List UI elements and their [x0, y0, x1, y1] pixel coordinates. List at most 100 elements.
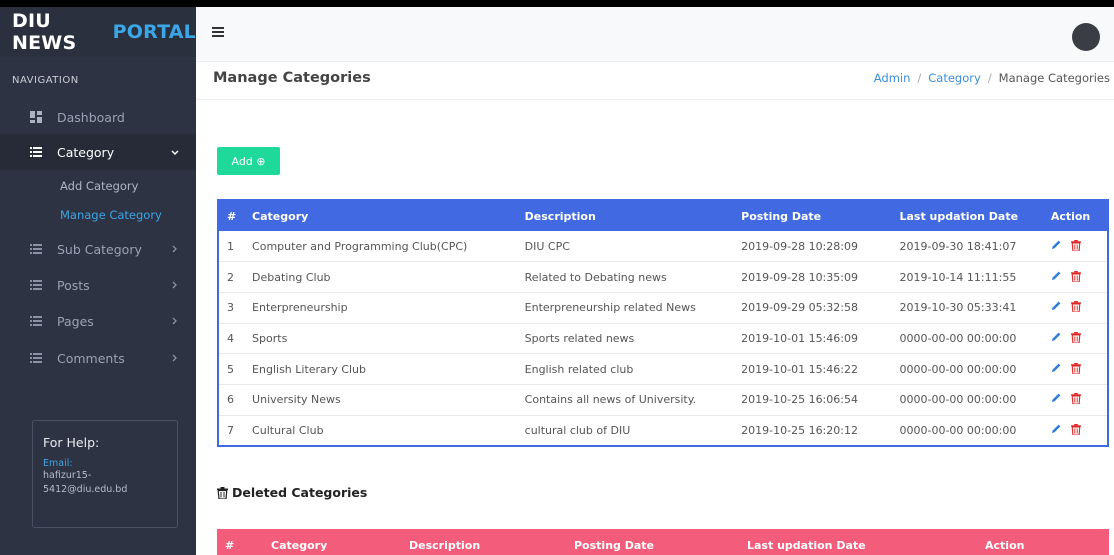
row-category: University News	[244, 383, 517, 416]
help-email-line2[interactable]: 5412@diu.edu.bd	[43, 483, 167, 497]
row-last-updation: 2019-09-30 18:41:07	[899, 239, 1017, 253]
row-actions	[1042, 353, 1108, 385]
row-posting-date: 2019-10-25 16:06:54	[733, 383, 892, 416]
edit-pencil-icon[interactable]	[1051, 423, 1062, 437]
edit-pencil-icon[interactable]	[1051, 331, 1062, 345]
page-title: Manage Categories	[213, 70, 371, 86]
row-last-updation: 0000-00-00 00:00:00	[891, 353, 1043, 385]
brand-logo[interactable]: DIU NEWS PORTAL	[0, 7, 196, 57]
list-icon	[28, 280, 44, 290]
breadcrumb-category[interactable]: Category	[928, 71, 981, 85]
row-num: 4	[218, 322, 245, 354]
row-num: 6	[218, 383, 245, 416]
row-description: cultural club of DIU	[516, 414, 734, 446]
row-last-updation: 0000-00-00 00:00:00	[891, 414, 1043, 446]
chevron-down-icon	[168, 146, 182, 159]
title-bar: Manage Categories Admin / Category / Manage …	[196, 62, 1114, 100]
avatar[interactable]	[1072, 23, 1100, 51]
edit-pencil-icon[interactable]	[1051, 270, 1062, 284]
delete-trash-icon[interactable]	[1070, 423, 1081, 438]
del-col-header-num: #	[225, 538, 235, 552]
sidebar-item-label: Pages	[57, 313, 94, 329]
sidebar-item-dashboard[interactable]: Dashboard	[0, 99, 196, 135]
table-row: 3 Enterpreneurship Enterpreneurship relate…	[218, 291, 1108, 324]
delete-trash-icon[interactable]	[1070, 331, 1081, 346]
deleted-categories-table: # Category Description Posting Date Last…	[217, 529, 1109, 555]
row-description: Enterpreneurship related News	[516, 291, 734, 324]
row-actions	[1042, 261, 1108, 293]
chevron-right-icon	[168, 279, 182, 292]
del-col-header-posting-date: Posting Date	[574, 538, 655, 552]
row-posting-date: 2019-10-01 15:46:22	[733, 353, 892, 385]
delete-trash-icon[interactable]	[1070, 270, 1081, 285]
delete-trash-icon[interactable]	[1070, 393, 1081, 407]
row-num: 7	[218, 414, 245, 446]
chevron-right-icon	[168, 243, 182, 256]
row-category: English Literary Club	[244, 353, 517, 385]
deleted-title-text: Deleted Categories	[232, 485, 368, 500]
edit-pencil-icon[interactable]	[1051, 300, 1062, 314]
col-header-description: Description	[524, 209, 596, 223]
top-strip	[0, 0, 1114, 7]
row-category: Cultural Club	[244, 414, 517, 446]
row-last-updation: 2019-10-30 05:33:41	[891, 291, 1043, 324]
deleted-table-header-row: # Category Description Posting Date Last…	[217, 529, 1109, 555]
brand-primary: DIU NEWS	[12, 10, 77, 54]
row-category: Debating Club	[244, 261, 517, 293]
row-posting-date: 2019-09-29 05:32:58	[733, 291, 892, 324]
chevron-right-icon	[168, 315, 182, 328]
row-actions	[1042, 291, 1108, 324]
categories-table: # Category Description Posting Date Last…	[217, 199, 1109, 447]
breadcrumb-current: Manage Categories	[998, 71, 1110, 85]
edit-pencil-icon[interactable]	[1051, 392, 1062, 406]
col-header-posting-date: Posting Date	[741, 209, 822, 223]
sidebar-item-comments[interactable]: Comments	[0, 340, 196, 376]
help-title: For Help:	[43, 435, 100, 450]
sidebar-item-label: Comments	[57, 350, 125, 366]
sidebar: DIU NEWS PORTAL NAVIGATION Dashboard Cat…	[0, 7, 196, 555]
table-row: 7 Cultural Club cultural club of DIU 2019-1…	[218, 414, 1108, 446]
hamburger-menu-icon[interactable]	[212, 27, 224, 37]
list-icon	[28, 244, 44, 254]
help-email-line1[interactable]: hafizur15-	[43, 469, 167, 483]
row-category: Enterpreneurship	[244, 291, 517, 324]
delete-trash-icon[interactable]	[1070, 239, 1081, 254]
col-header-category: Category	[252, 209, 309, 223]
table-row: 5 English Literary Club English related cl…	[218, 353, 1108, 385]
row-last-updation: 0000-00-00 00:00:00	[891, 322, 1043, 354]
row-description: DIU CPC	[524, 239, 570, 253]
row-last-updation: 2019-10-14 11:11:55	[891, 261, 1043, 293]
sidebar-item-posts[interactable]: Posts	[0, 267, 196, 303]
list-icon	[28, 353, 44, 363]
help-box: For Help: Email: hafizur15- 5412@diu.edu…	[32, 420, 178, 528]
row-category: Computer and Programming Club(CPC)	[252, 239, 468, 253]
list-icon	[28, 147, 44, 157]
sidebar-item-label: Dashboard	[57, 109, 125, 125]
row-actions	[1042, 414, 1108, 446]
row-actions	[1043, 231, 1108, 262]
sidebar-item-category[interactable]: Category	[0, 134, 196, 170]
sidebar-subitem-manage-category[interactable]: Manage Category	[60, 208, 162, 222]
col-header-action: Action	[1050, 209, 1091, 223]
topbar	[196, 7, 1114, 62]
edit-pencil-icon[interactable]	[1051, 239, 1062, 253]
brand-accent: PORTAL	[112, 21, 196, 43]
row-description: Related to Debating news	[516, 261, 734, 293]
sidebar-subitem-add-category[interactable]: Add Category	[60, 179, 138, 193]
delete-trash-icon[interactable]	[1070, 362, 1081, 377]
sidebar-item-sub-category[interactable]: Sub Category	[0, 231, 196, 267]
edit-pencil-icon[interactable]	[1051, 362, 1062, 376]
delete-trash-icon[interactable]	[1070, 301, 1081, 315]
sidebar-item-pages[interactable]: Pages	[0, 303, 196, 339]
breadcrumb-admin[interactable]: Admin	[874, 71, 911, 85]
row-posting-date: 2019-09-28 10:28:09	[741, 239, 858, 253]
del-col-header-description: Description	[409, 538, 481, 552]
row-num: 2	[218, 261, 245, 293]
breadcrumb: Admin / Category / Manage Categories	[873, 71, 1110, 85]
help-email-label: Email:	[43, 458, 73, 469]
list-icon	[28, 316, 44, 326]
deleted-categories-heading: Deleted Categories	[217, 485, 367, 500]
add-button[interactable]: Add ⊕	[217, 147, 280, 175]
row-actions	[1042, 322, 1108, 354]
nav-header: NAVIGATION	[12, 75, 79, 86]
